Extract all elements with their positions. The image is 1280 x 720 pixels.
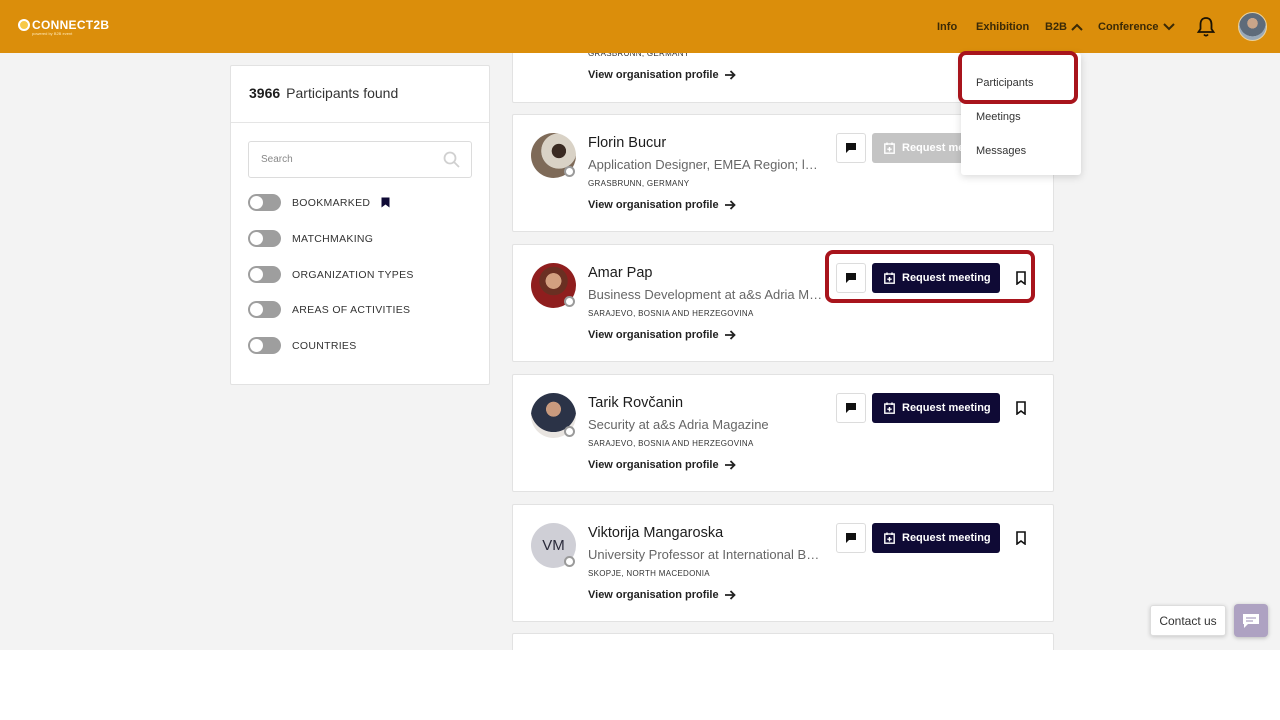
arrow-right-icon [724, 200, 736, 210]
bookmarked-toggle[interactable] [248, 194, 281, 211]
participant-card: VM Viktorija Mangaroska University Profe… [512, 504, 1054, 622]
participant-location: SARAJEVO, BOSNIA AND HERZEGOVINA [588, 439, 754, 448]
arrow-right-icon [724, 330, 736, 340]
search-input[interactable]: Search [248, 141, 472, 178]
menu-item-messages[interactable]: Messages [976, 145, 1026, 157]
search-placeholder: Search [261, 154, 293, 165]
areas-of-activities-toggle[interactable] [248, 301, 281, 318]
participant-location: SARAJEVO, BOSNIA AND HERZEGOVINA [588, 309, 754, 318]
menu-item-meetings[interactable]: Meetings [976, 111, 1021, 123]
arrow-right-icon [724, 70, 736, 80]
filter-areas-of-activities: AREAS OF ACTIVITIES [248, 301, 410, 318]
chat-bubble-icon [846, 533, 856, 543]
chat-bubble-icon [846, 403, 856, 413]
view-profile-link[interactable]: View organisation profile [588, 69, 736, 81]
calendar-plus-icon [884, 532, 895, 544]
view-profile-link[interactable]: View organisation profile [588, 589, 736, 601]
participant-title: Application Designer, EMEA Region; lang.… [588, 157, 824, 172]
chevron-down-icon [1162, 22, 1175, 30]
filter-panel: 3966 Participants found Search BOOKMARKED… [230, 65, 490, 385]
bookmark-icon[interactable] [1015, 531, 1027, 545]
notification-bell-icon[interactable] [1196, 16, 1216, 38]
filter-bookmarked: BOOKMARKED [248, 194, 390, 211]
blank-area [0, 650, 1280, 720]
page-viewport: CONNECT2B powered by B2B event Info Exhi… [0, 0, 1280, 650]
participants-found-label: Participants found [286, 85, 399, 101]
participant-card: Amar Pap Business Development at a&s Adr… [512, 244, 1054, 362]
request-meeting-button[interactable]: Request meeting [872, 263, 1000, 293]
nav-b2b[interactable]: B2B [1045, 0, 1083, 53]
message-button[interactable] [836, 263, 866, 293]
logo-mark-icon [18, 19, 30, 31]
chevron-up-icon [1071, 23, 1083, 31]
top-header: CONNECT2B powered by B2B event Info Exhi… [0, 0, 1280, 53]
filter-matchmaking: MATCHMAKING [248, 230, 373, 247]
message-button[interactable] [836, 393, 866, 423]
participant-card [512, 633, 1054, 650]
participant-location: GRASBRUNN, GERMANY [588, 179, 690, 188]
search-icon [443, 151, 460, 168]
menu-item-participants[interactable]: Participants [976, 77, 1033, 89]
participant-name[interactable]: Tarik Rovčanin [588, 395, 683, 411]
filter-countries: COUNTRIES [248, 337, 357, 354]
participant-card: Tarik Rovčanin Security at a&s Adria Mag… [512, 374, 1054, 492]
message-button[interactable] [836, 133, 866, 163]
arrow-right-icon [724, 460, 736, 470]
contact-us-button[interactable]: Contact us [1150, 605, 1226, 636]
calendar-plus-icon [884, 272, 895, 284]
view-profile-link[interactable]: View organisation profile [588, 329, 736, 341]
filter-label: BOOKMARKED [292, 196, 371, 209]
bookmark-icon[interactable] [1015, 271, 1027, 285]
filter-label: ORGANIZATION TYPES [292, 268, 414, 281]
participant-name[interactable]: Amar Pap [588, 265, 652, 281]
filter-label: MATCHMAKING [292, 232, 374, 245]
online-status-icon [564, 166, 575, 177]
nav-info[interactable]: Info [937, 0, 957, 53]
online-status-icon [564, 296, 575, 307]
participant-title: Business Development at a&s Adria Mag... [588, 287, 824, 302]
request-meeting-button[interactable]: Request meeting [872, 523, 1000, 553]
organization-types-toggle[interactable] [248, 266, 281, 283]
chat-bubble-icon [846, 273, 856, 283]
participant-name[interactable]: Viktorija Mangaroska [588, 525, 723, 541]
logo-text: CONNECT2B [32, 18, 110, 32]
participants-count: 3966 [249, 85, 281, 101]
filter-label: AREAS OF ACTIVITIES [292, 303, 411, 316]
user-avatar[interactable] [1238, 12, 1267, 41]
results-count-header: 3966 Participants found [231, 66, 489, 123]
connect2b-logo[interactable]: CONNECT2B powered by B2B event [18, 18, 110, 36]
nav-conference[interactable]: Conference [1098, 0, 1175, 53]
bookmark-filled-icon [381, 197, 390, 208]
view-profile-link[interactable]: View organisation profile [588, 199, 736, 211]
matchmaking-toggle[interactable] [248, 230, 281, 247]
message-button[interactable] [836, 523, 866, 553]
chat-launcher-button[interactable] [1234, 604, 1268, 637]
b2b-dropdown-menu: Participants Meetings Messages [961, 53, 1081, 175]
online-status-icon [564, 426, 575, 437]
view-profile-link[interactable]: View organisation profile [588, 459, 736, 471]
online-status-icon [564, 556, 575, 567]
participant-location: SKOPJE, NORTH MACEDONIA [588, 569, 710, 578]
nav-exhibition[interactable]: Exhibition [976, 0, 1029, 53]
logo-tagline: powered by B2B event [32, 31, 73, 36]
chat-icon [1243, 613, 1259, 628]
filter-label: COUNTRIES [292, 339, 357, 352]
calendar-plus-icon [884, 142, 895, 154]
arrow-right-icon [724, 590, 736, 600]
filter-organization-types: ORGANIZATION TYPES [248, 266, 414, 283]
participant-name[interactable]: Florin Bucur [588, 135, 666, 151]
countries-toggle[interactable] [248, 337, 281, 354]
participant-title: Security at a&s Adria Magazine [588, 417, 769, 432]
chat-bubble-icon [846, 143, 856, 153]
bookmark-icon[interactable] [1015, 401, 1027, 415]
participant-title: University Professor at International Ba… [588, 547, 824, 562]
calendar-plus-icon [884, 402, 895, 414]
request-meeting-button[interactable]: Request meeting [872, 393, 1000, 423]
